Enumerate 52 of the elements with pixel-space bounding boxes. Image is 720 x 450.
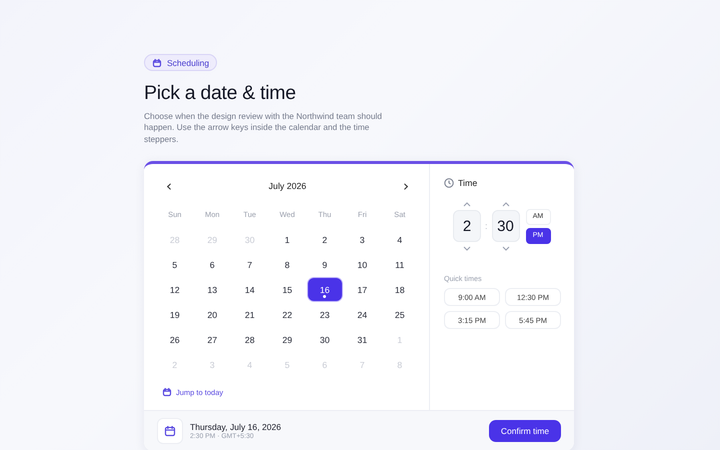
confirm-button[interactable]: Confirm time <box>489 420 561 442</box>
day-cell[interactable]: 10 <box>345 253 380 276</box>
calendar-icon <box>152 58 162 68</box>
day-cell[interactable]: 4 <box>382 228 417 251</box>
day-cell[interactable]: 11 <box>382 253 417 276</box>
calendar-icon <box>164 425 176 437</box>
month-label: July 2026 <box>268 181 306 191</box>
day-cell[interactable]: 6 <box>195 253 230 276</box>
calendar-icon <box>162 387 172 397</box>
day-cell[interactable]: 2 <box>308 228 342 251</box>
day-cell[interactable]: 30 <box>308 328 342 351</box>
day-cell[interactable]: 26 <box>158 328 192 351</box>
chevron-up-icon <box>502 202 510 206</box>
selected-date: Thursday, July 16, 2026 <box>190 422 282 432</box>
day-cell[interactable]: 3 <box>345 228 380 251</box>
day-cell[interactable]: 9 <box>308 253 342 276</box>
next-month-button[interactable]: › <box>398 177 413 195</box>
day-cell[interactable]: 16 <box>308 278 342 301</box>
day-cell[interactable]: 22 <box>270 303 304 326</box>
day-cell[interactable]: 27 <box>195 328 230 351</box>
day-cell[interactable]: 14 <box>232 278 267 301</box>
clock-icon <box>444 178 454 188</box>
chevron-down-icon <box>502 246 510 250</box>
day-cell[interactable]: 19 <box>158 303 192 326</box>
day-cell[interactable]: 24 <box>345 303 380 326</box>
day-cell[interactable]: 15 <box>270 278 304 301</box>
page-title: Pick a date & time <box>144 82 297 104</box>
day-cell[interactable]: 23 <box>308 303 342 326</box>
chevron-up-icon <box>463 202 471 206</box>
badge-label: Scheduling <box>167 58 210 68</box>
day-cell[interactable]: 5 <box>158 253 192 276</box>
description: Choose when the design review with the Northwind team should happen. Use the arrow keys inside the calendar and the time steppers. <box>144 110 383 145</box>
chevron-down-icon <box>463 246 471 250</box>
day-cell[interactable]: 29 <box>270 328 304 351</box>
time-label: Time <box>458 178 478 188</box>
day-cell[interactable]: 25 <box>382 303 417 326</box>
time-separator: : <box>485 221 488 231</box>
minute-field[interactable]: 30 <box>492 210 520 242</box>
day-cell[interactable]: 17 <box>345 278 380 301</box>
hour-field[interactable]: 2 <box>453 210 481 242</box>
day-cell[interactable]: 18 <box>382 278 417 301</box>
day-cell[interactable]: 12 <box>158 278 192 301</box>
day-cell[interactable]: 1 <box>270 228 304 251</box>
day-cell[interactable]: 7 <box>232 253 267 276</box>
dot-icon <box>323 295 326 298</box>
previous-month-button[interactable]: ‹ <box>162 177 176 195</box>
day-cell[interactable]: 20 <box>195 303 230 326</box>
day-cell[interactable]: 8 <box>270 253 304 276</box>
day-cell[interactable]: 21 <box>232 303 267 326</box>
day-cell[interactable]: 28 <box>232 328 267 351</box>
day-cell[interactable]: 31 <box>345 328 380 351</box>
day-cell[interactable]: 13 <box>195 278 230 301</box>
